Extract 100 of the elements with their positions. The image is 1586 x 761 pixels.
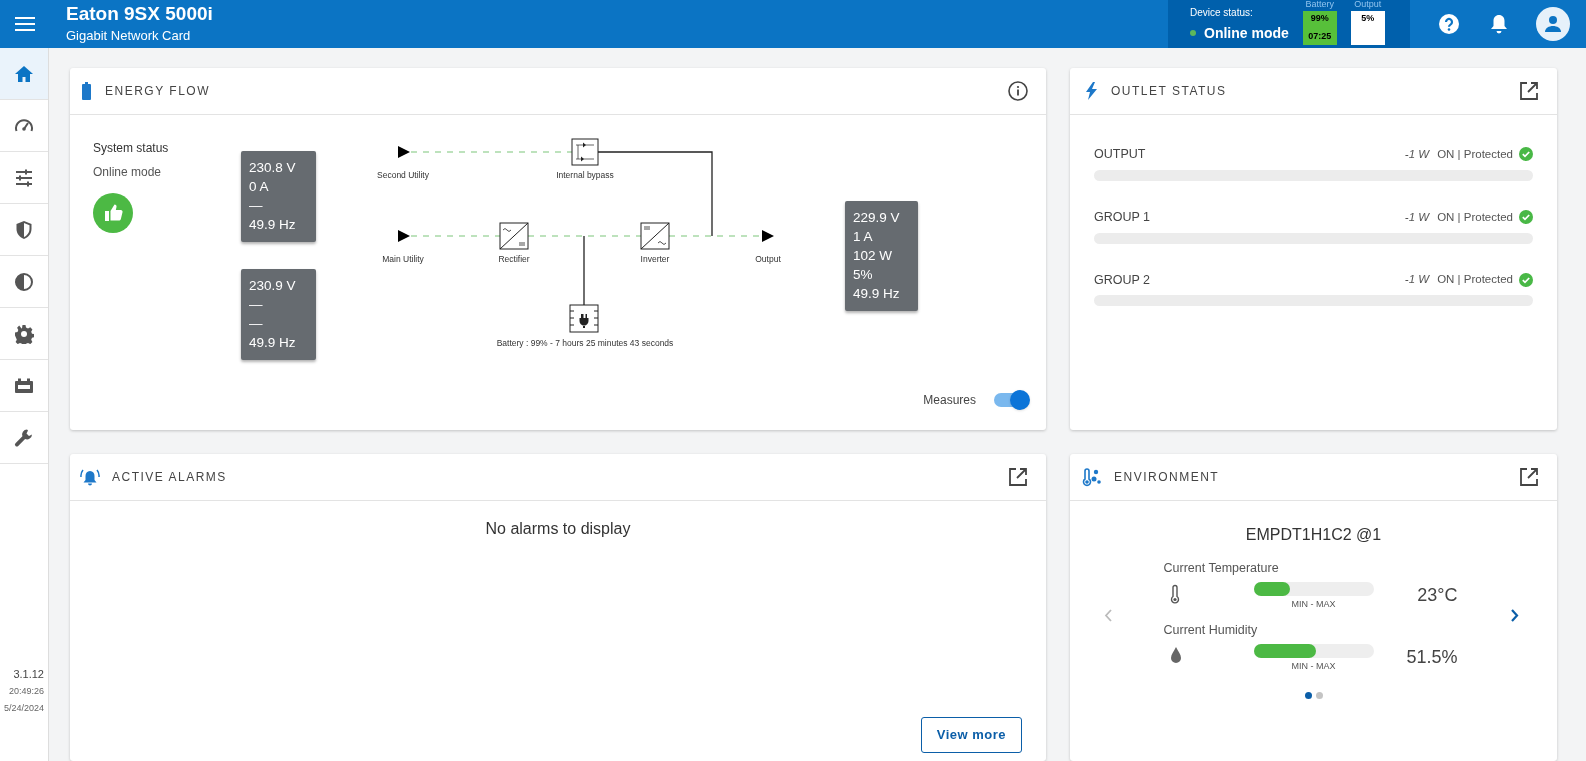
range-label: MIN - MAX (1291, 597, 1336, 611)
battery-time: 07:25 (1308, 30, 1332, 43)
thermometer-icon (1169, 583, 1180, 604)
check-circle-icon (1519, 272, 1533, 287)
measure-value: 23°C (1417, 583, 1459, 607)
measurement-value: 1 A (853, 228, 874, 246)
notifications-button[interactable] (1490, 14, 1508, 34)
output-label: Output (1354, 0, 1382, 9)
external-link-icon (1519, 81, 1539, 101)
thumbs-up-icon (93, 193, 133, 233)
card-title: ENERGY FLOW (105, 83, 210, 100)
measurement-value: — (249, 197, 264, 215)
node-label: Inverter (640, 254, 670, 264)
outlet-power: -1 W (1404, 209, 1430, 225)
inverter-symbol (640, 222, 670, 250)
outlet-status: ON | Protected (1437, 272, 1513, 288)
chevron-right-icon (1511, 609, 1519, 622)
info-icon (1008, 81, 1028, 101)
time-text: 20:49:26 (8, 685, 44, 698)
battery-icon (82, 82, 91, 100)
device-title: Eaton 9SX 5000i (66, 2, 214, 27)
toggle-label: Measures (923, 392, 976, 409)
output-arrow-icon (762, 230, 774, 242)
source-arrow-icon (398, 230, 410, 242)
help-icon (1439, 14, 1459, 34)
measurement-value: 49.9 Hz (249, 334, 297, 352)
empty-alarms-message: No alarms to display (485, 519, 631, 539)
measurement-value: 5% (853, 266, 874, 284)
check-circle-icon (1519, 147, 1533, 162)
open-external-button[interactable] (1008, 467, 1028, 487)
card-title: ENVIRONMENT (1114, 469, 1220, 486)
battery-percent: 99% (1310, 11, 1329, 25)
measure-value: 51.5% (1406, 646, 1459, 669)
measurement-value: 230.9 V (249, 277, 297, 295)
home-icon (14, 63, 34, 84)
outlet-status: ON | Protected (1437, 209, 1513, 225)
bypass-symbol (571, 138, 599, 166)
node-label: Rectifier (498, 254, 530, 264)
contrast-icon (14, 271, 34, 292)
outlet-power: -1 W (1404, 272, 1430, 288)
info-button[interactable] (1008, 81, 1028, 101)
external-link-icon (1519, 467, 1539, 487)
measure-label: Current Temperature (1163, 560, 1280, 577)
measurement-value: 229.9 V (853, 209, 901, 227)
outlet-name: GROUP 1 (1094, 208, 1151, 226)
range-label: MIN - MAX (1291, 660, 1336, 673)
outlet-power: -1 W (1404, 146, 1430, 162)
device-status-label: Device status: (1190, 5, 1254, 20)
device-subtitle: Gigabit Network Card (66, 27, 192, 46)
user-icon (1544, 15, 1562, 33)
rectifier-symbol (499, 222, 529, 250)
measures-toggle[interactable] (994, 390, 1030, 410)
next-button[interactable] (1511, 609, 1519, 622)
outlet-name: GROUP 2 (1094, 271, 1151, 289)
version-text: 3.1.12 (13, 667, 44, 682)
help-button[interactable] (1436, 11, 1462, 37)
open-external-button[interactable] (1519, 81, 1539, 101)
user-avatar-button[interactable] (1536, 7, 1570, 41)
battery-line (583, 235, 585, 306)
gear-icon (14, 323, 34, 344)
output-percent: 5% (1361, 11, 1375, 25)
node-label: Second Utility (377, 170, 429, 180)
lightning-icon (1086, 82, 1097, 100)
view-more-button[interactable]: View more (920, 717, 1022, 753)
measurement-value: — (249, 315, 264, 333)
system-status-label: System status (93, 140, 169, 157)
node-label: Output (755, 254, 781, 264)
chevron-left-icon (1104, 609, 1112, 622)
measurement-value: 0 A (249, 178, 270, 196)
bell-icon (1490, 14, 1508, 34)
outlet-status: ON | Protected (1437, 146, 1513, 162)
node-label: Main Utility (382, 254, 424, 264)
card-title: OUTLET STATUS (1111, 83, 1227, 100)
shield-icon (14, 219, 34, 240)
sliders-icon (14, 167, 34, 188)
sensor-name: EMPDT1H1C2 @1 (1245, 525, 1382, 545)
droplet-icon (1169, 646, 1182, 664)
measurement-value: 49.9 Hz (249, 216, 297, 234)
battery-symbol (569, 304, 599, 333)
node-label: Internal bypass (556, 170, 614, 180)
source-arrow-icon (398, 146, 410, 158)
menu-icon (14, 16, 35, 32)
battery-label: Battery (1305, 0, 1335, 9)
date-text: 5/24/2024 (3, 702, 44, 715)
alarm-bell-icon (80, 468, 100, 486)
device-status: Online mode (1204, 23, 1289, 43)
measurement-value: 230.8 V (249, 159, 297, 177)
thermometer-droplets-icon (1082, 467, 1102, 487)
wrench-icon (14, 427, 34, 448)
check-circle-icon (1519, 210, 1533, 225)
measurement-value: 102 W (853, 247, 894, 265)
measurement-value: — (249, 296, 264, 314)
measure-label: Current Humidity (1163, 622, 1259, 640)
node-label: Battery : 99% - 7 hours 25 minutes 43 seconds (496, 338, 674, 348)
nav-item[interactable] (0, 48, 48, 100)
system-status-value: Online mode (93, 164, 163, 181)
measurement-value: 49.9 Hz (853, 285, 901, 303)
open-external-button[interactable] (1519, 467, 1539, 487)
external-link-icon (1008, 467, 1028, 487)
card-title: ACTIVE ALARMS (112, 469, 227, 486)
